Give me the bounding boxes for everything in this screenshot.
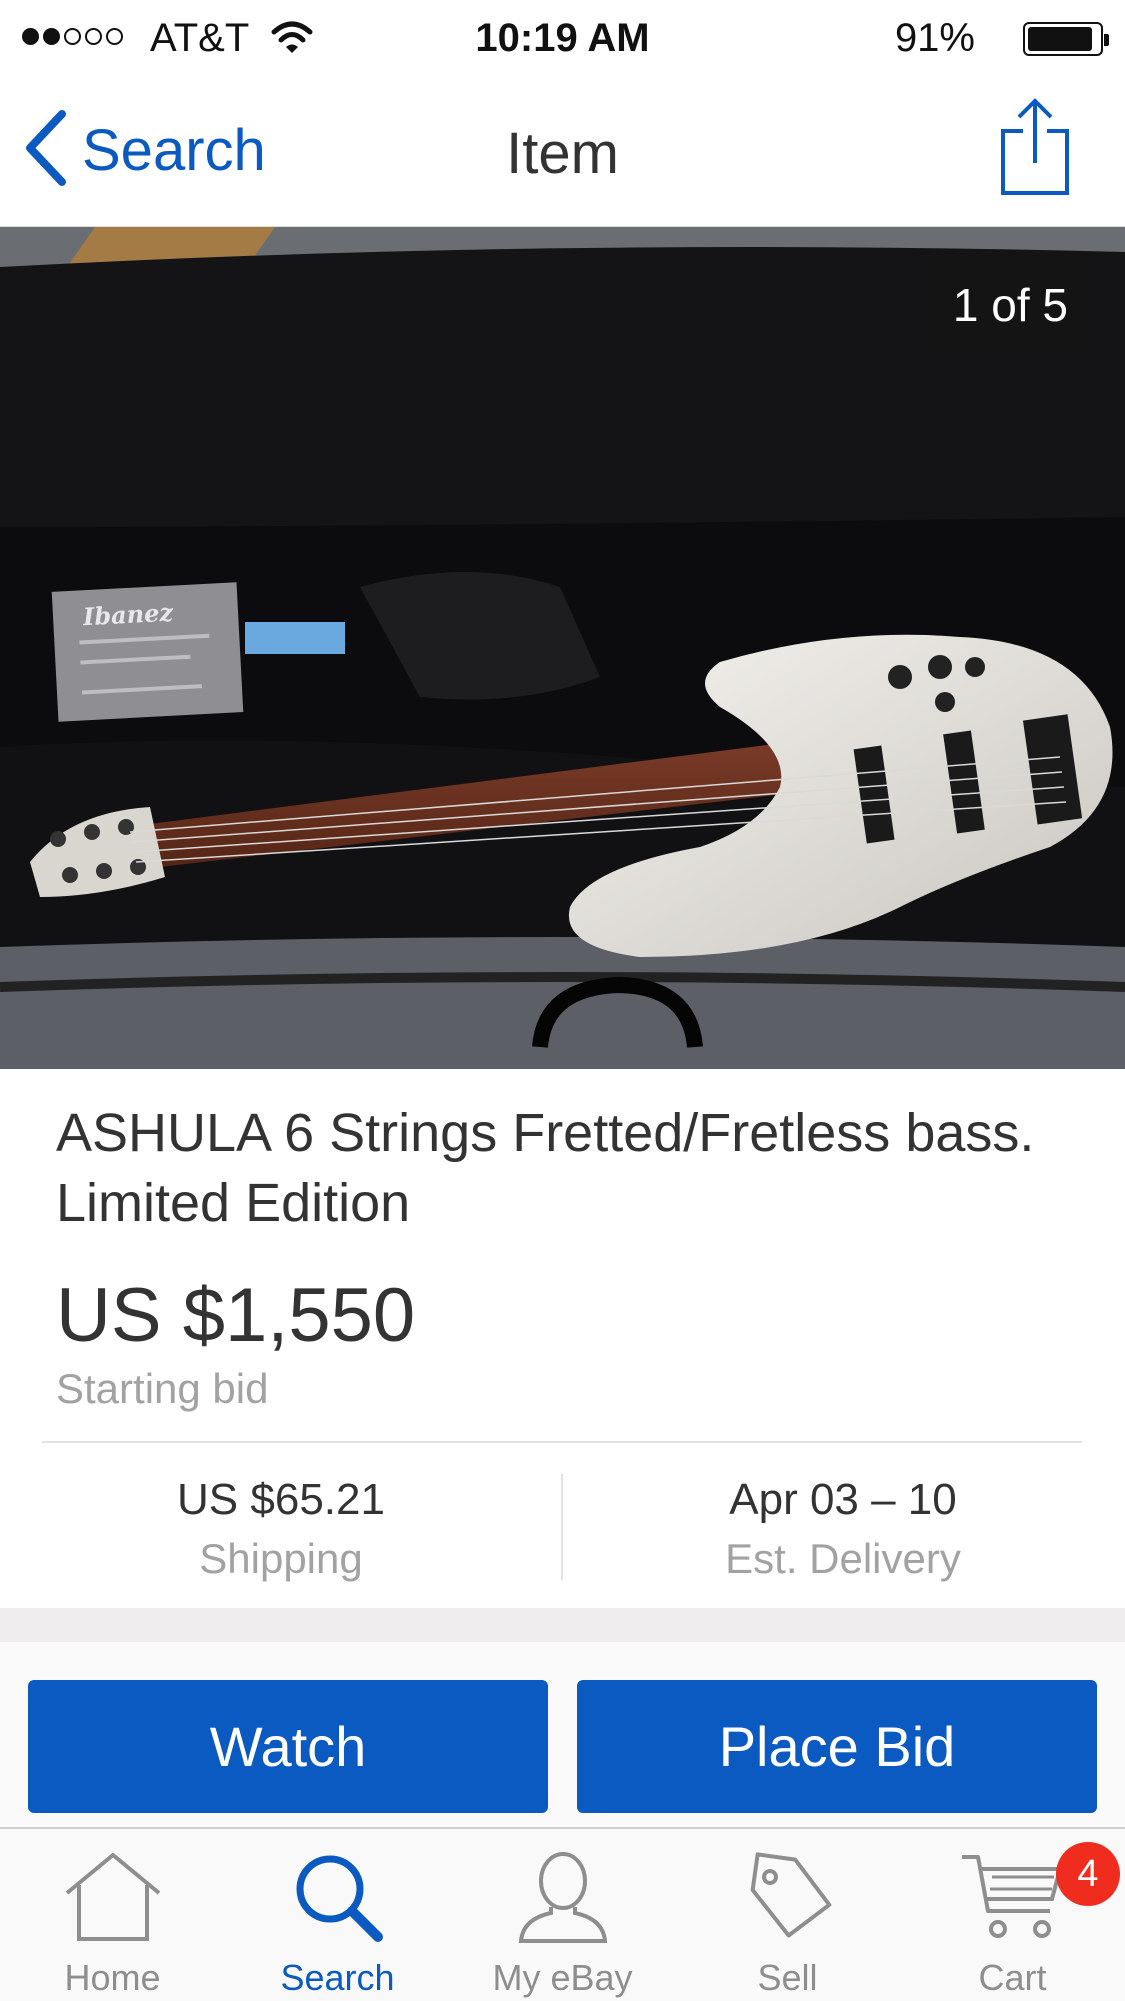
share-icon (995, 98, 1075, 201)
tab-label: Cart (978, 1957, 1047, 1998)
delivery-date: Apr 03 – 10 (729, 1475, 957, 1524)
watch-button[interactable]: Watch (28, 1680, 548, 1813)
cart-icon (958, 1849, 1068, 1950)
battery-icon (1023, 22, 1109, 56)
chevron-left-icon (24, 109, 68, 191)
divider (42, 1441, 1082, 1443)
search-icon (288, 1849, 388, 1950)
place-bid-button[interactable]: Place Bid (577, 1680, 1097, 1813)
tab-my-ebay[interactable]: My eBay (450, 1829, 675, 2001)
price-label: Starting bid (56, 1365, 269, 1412)
shipping-cost: US $65.21 (177, 1475, 385, 1524)
tab-label: Home (64, 1957, 161, 1998)
svg-text:Ibanez: Ibanez (81, 598, 175, 632)
back-button-label: Search (82, 117, 266, 183)
home-icon (63, 1849, 163, 1950)
item-photo: Ibanez (0, 227, 1125, 1069)
back-button[interactable]: Search (24, 105, 266, 195)
tab-label: Sell (757, 1957, 818, 1998)
status-bar: AT&T 10:19 AM 91% (0, 0, 1125, 75)
shipping-info: US $65.21 Shipping (0, 1475, 562, 1583)
tab-label: My eBay (492, 1957, 633, 1998)
item-title: ASHULA 6 Strings Fretted/Fretless bass. … (56, 1103, 1035, 1233)
delivery-label: Est. Delivery (725, 1535, 961, 1582)
image-counter: 1 of 5 (924, 260, 1096, 350)
section-separator (0, 1608, 1125, 1642)
shipping-label: Shipping (199, 1535, 363, 1582)
tab-search[interactable]: Search (225, 1829, 450, 2001)
tag-icon (738, 1849, 838, 1950)
action-bar: Watch Place Bid (0, 1642, 1125, 1827)
battery-percentage: 91% (894, 16, 975, 60)
tab-home[interactable]: Home (0, 1829, 225, 2001)
delivery-info: Apr 03 – 10 Est. Delivery (562, 1475, 1124, 1583)
navigation-bar: Search Item (0, 75, 1125, 227)
cart-badge: 4 (1056, 1842, 1120, 1906)
person-icon (513, 1849, 613, 1950)
tab-label: Search (280, 1957, 395, 1998)
share-button[interactable] (995, 97, 1075, 197)
item-price: US $1,550 (56, 1273, 416, 1358)
item-image-gallery[interactable]: Ibanez 1 of 5 (0, 227, 1125, 1069)
tab-bar: Home Search My eBay Sell Cart (0, 1827, 1125, 2001)
tab-sell[interactable]: Sell (675, 1829, 900, 2001)
